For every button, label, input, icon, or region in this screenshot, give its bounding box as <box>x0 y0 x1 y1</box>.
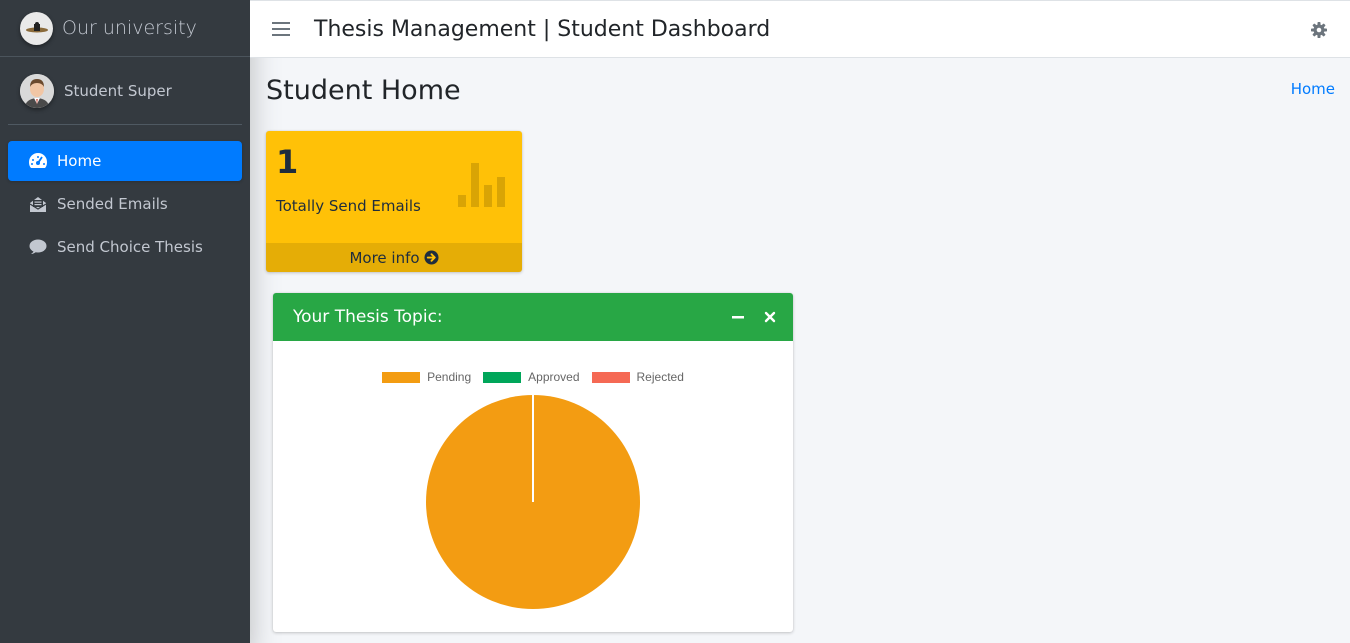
more-info-label: More info <box>349 248 420 267</box>
legend-item-pending[interactable]: Pending <box>382 370 471 384</box>
stat-count: 1 <box>276 143 299 181</box>
legend-label: Rejected <box>636 370 684 384</box>
brand-link[interactable]: Our university <box>0 0 250 57</box>
arrow-circle-right-icon <box>424 250 439 265</box>
sidebar-nav: Home Sended Emails Send Choice Thesis <box>0 125 250 267</box>
gear-icon[interactable] <box>1310 21 1328 39</box>
tachometer-icon <box>28 151 48 171</box>
sidebar-item-sended-emails[interactable]: Sended Emails <box>8 184 242 224</box>
minus-icon <box>732 316 744 319</box>
sidebar-item-send-choice-thesis[interactable]: Send Choice Thesis <box>8 227 242 267</box>
breadcrumb-home[interactable]: Home <box>1291 80 1335 98</box>
sidebar-item-label: Send Choice Thesis <box>57 238 203 256</box>
bar-chart-icon <box>457 163 507 212</box>
menu-toggle-icon[interactable] <box>272 22 290 36</box>
comment-icon <box>28 237 48 257</box>
legend-swatch <box>382 371 421 383</box>
legend-label: Approved <box>528 370 580 384</box>
pie-chart[interactable] <box>425 394 641 610</box>
card-tools <box>731 310 777 324</box>
collapse-button[interactable] <box>731 310 745 324</box>
stat-label: Totally Send Emails <box>276 197 421 215</box>
user-panel: Student Super <box>8 57 242 125</box>
user-name[interactable]: Student Super <box>64 82 172 100</box>
legend-swatch <box>483 371 522 383</box>
sidebar: Our university Student Super Home Sended… <box>0 0 250 643</box>
legend-item-rejected[interactable]: Rejected <box>591 370 684 384</box>
emails-stat-box: 1 Totally Send Emails More info <box>266 131 522 272</box>
card-header: Your Thesis Topic: <box>273 293 793 341</box>
sidebar-item-label: Home <box>57 152 102 170</box>
brand-logo <box>20 11 53 45</box>
sidebar-item-home[interactable]: Home <box>8 141 242 181</box>
close-icon <box>764 311 776 323</box>
envelope-open-icon <box>28 194 48 214</box>
thesis-topic-card: Your Thesis Topic: Pending Approved Reje… <box>273 293 793 632</box>
app-title: Thesis Management | Student Dashboard <box>314 16 771 42</box>
page-title: Student Home <box>266 75 461 106</box>
user-avatar[interactable] <box>20 73 54 108</box>
sidebar-item-label: Sended Emails <box>57 195 168 213</box>
card-title: Your Thesis Topic: <box>293 307 443 327</box>
legend-label: Pending <box>427 370 472 384</box>
more-info-link[interactable]: More info <box>266 243 522 272</box>
brand-name: Our university <box>62 17 197 39</box>
legend-item-approved[interactable]: Approved <box>483 370 580 384</box>
remove-button[interactable] <box>763 310 777 324</box>
chart-legend: Pending Approved Rejected <box>273 370 793 384</box>
legend-swatch <box>591 371 630 383</box>
top-navbar: Thesis Management | Student Dashboard <box>250 0 1350 58</box>
